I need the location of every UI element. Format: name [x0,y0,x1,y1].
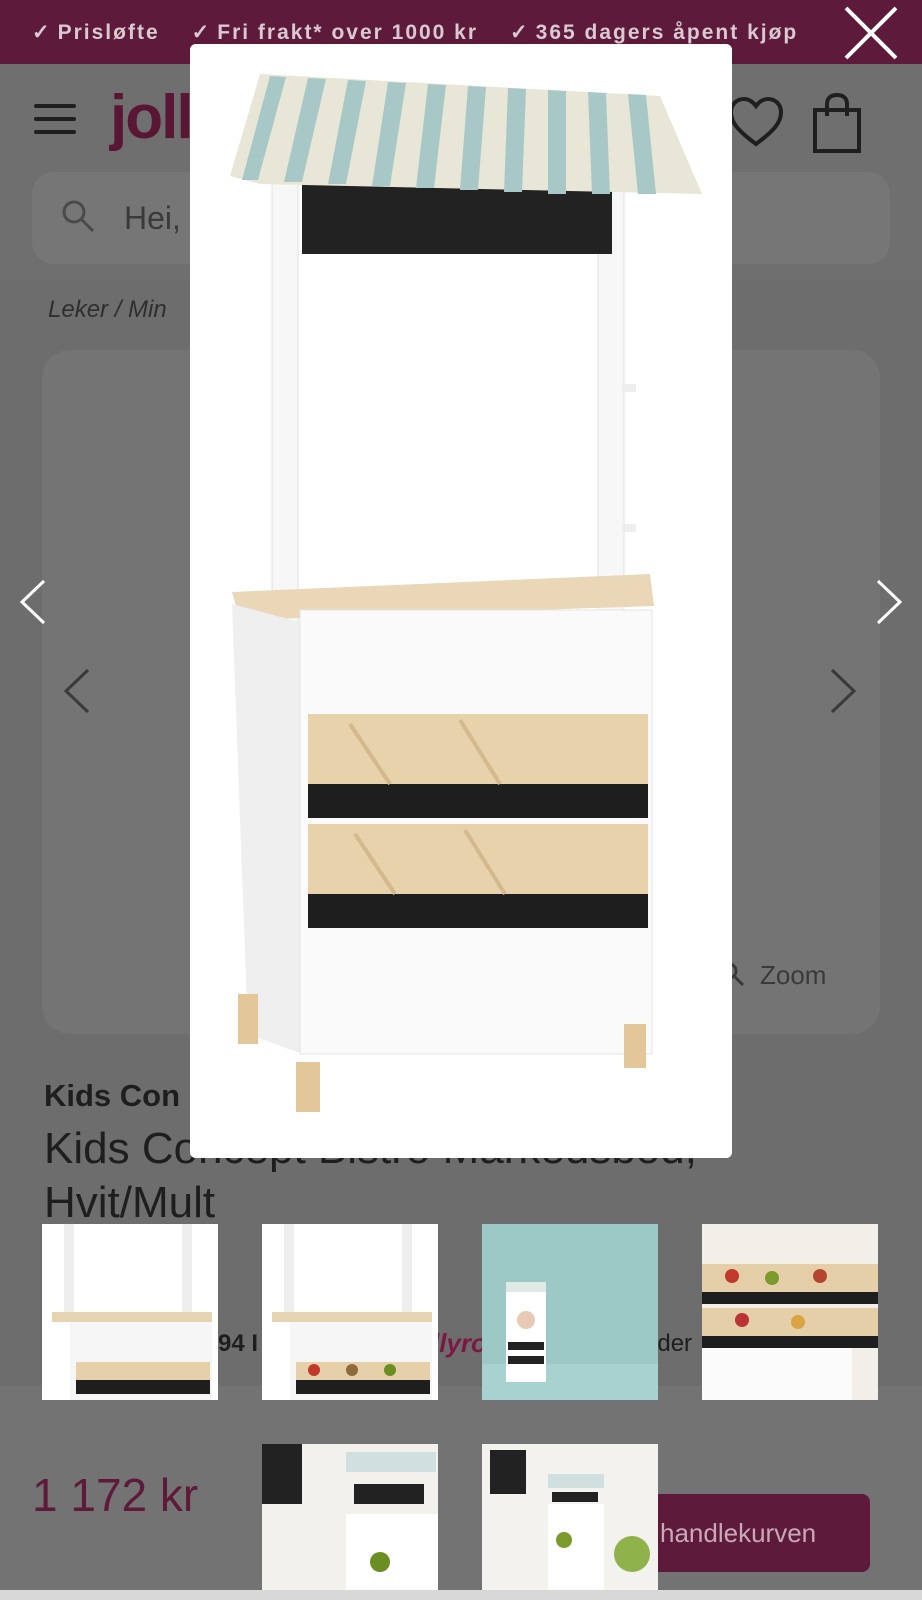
thumbnail-image [262,1224,438,1400]
add-to-cart-label: handlekurven [660,1518,817,1548]
product-price: 1 172 kr [32,1469,199,1521]
chevron-right-icon[interactable] [874,578,904,626]
thumbnail-image [262,1444,438,1590]
jollyrom-badge: llyro [432,1328,487,1358]
thumbnail[interactable] [702,1224,878,1400]
search-icon [62,200,95,233]
bottom-strip [0,1590,922,1600]
hamburger-icon[interactable] [34,104,76,134]
thumbnail[interactable] [262,1224,438,1400]
thumbnail-image [482,1224,658,1400]
shopping-bag-icon[interactable] [812,92,862,154]
rating-count: 94 I [218,1330,259,1357]
zoom-label: Zoom [760,960,827,990]
product-brand[interactable]: Kids Con [44,1078,180,1114]
chevron-right-icon[interactable] [828,666,858,716]
promo-item: ✓ 365 dagers åpent kjøp [510,20,799,44]
thumbnail[interactable] [482,1444,658,1590]
chevron-left-icon[interactable] [18,578,48,626]
lightbox-image[interactable] [190,44,732,1158]
thumbnail-image [482,1444,658,1590]
product-title-line2: Hvit/Mult [44,1178,216,1226]
heart-icon[interactable] [727,94,785,152]
thumbnail[interactable] [262,1444,438,1590]
chevron-left-icon[interactable] [62,666,92,716]
breadcrumb[interactable]: Leker / Min [48,296,167,324]
search-placeholder: Hei, [124,200,181,236]
thumbnail[interactable] [42,1224,218,1400]
promo-item: ✓ Fri frakt* over 1000 kr [191,20,479,44]
thumbnail[interactable] [482,1224,658,1400]
market-stand-image [190,44,732,1158]
close-icon[interactable] [840,2,902,64]
promo-item: ✓ Prisløfte [32,20,160,44]
thumbnail-image [42,1224,218,1400]
thumbnail-image [702,1224,878,1400]
